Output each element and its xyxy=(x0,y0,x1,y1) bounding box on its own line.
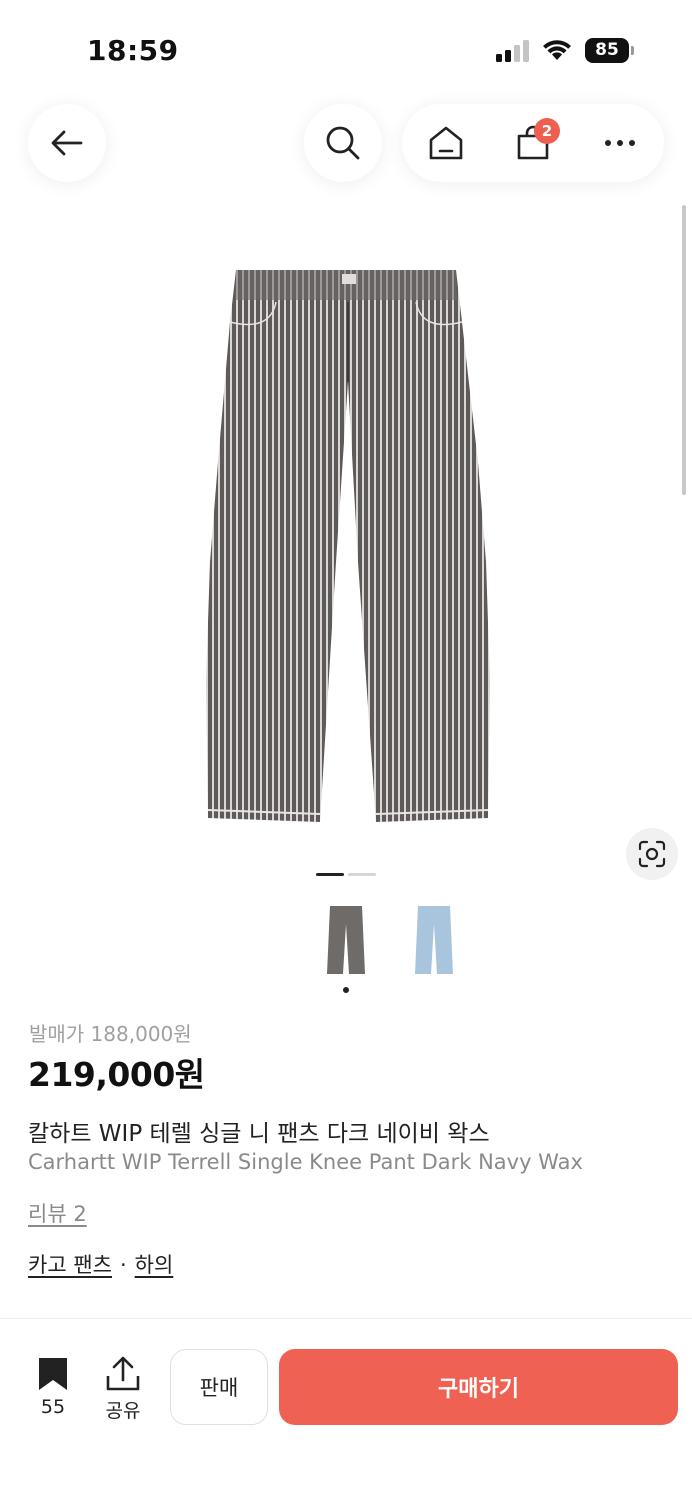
image-search-button[interactable] xyxy=(626,828,678,880)
category-breadcrumb: 카고 팬츠 · 하의 xyxy=(28,1249,173,1279)
status-time: 18:59 xyxy=(87,34,179,67)
arrow-left-icon xyxy=(51,130,83,156)
product-image[interactable] xyxy=(200,262,496,828)
category-link-bottoms[interactable]: 하의 xyxy=(135,1253,174,1277)
more-horizontal-icon xyxy=(605,140,636,146)
more-button[interactable] xyxy=(595,118,645,168)
bookmark-icon xyxy=(39,1358,67,1390)
nav-actions-group: 2 xyxy=(402,104,664,182)
battery-indicator: 85 xyxy=(585,38,635,63)
share-icon xyxy=(106,1356,140,1391)
carousel-indicator-active xyxy=(316,873,344,876)
buy-button[interactable]: 구매하기 xyxy=(279,1349,678,1425)
cellular-signal-icon xyxy=(496,40,529,62)
color-variant-thumbnail[interactable] xyxy=(326,904,366,976)
share-label: 공유 xyxy=(105,1400,141,1422)
product-price: 219,000원 xyxy=(28,1055,205,1094)
scrollbar[interactable] xyxy=(682,205,686,495)
product-name-korean: 칼하트 WIP 테렐 싱글 니 팬츠 다크 네이비 왁스 xyxy=(28,1121,490,1147)
search-icon xyxy=(326,126,360,160)
sell-button[interactable]: 판매 xyxy=(170,1349,268,1425)
back-button[interactable] xyxy=(28,104,106,182)
category-link-cargo-pants[interactable]: 카고 팬츠 xyxy=(28,1253,112,1277)
bookmark-count: 55 xyxy=(40,1396,66,1418)
carousel-indicator xyxy=(348,873,376,876)
bookmark-button[interactable]: 55 xyxy=(28,1356,78,1424)
battery-level: 85 xyxy=(585,38,629,63)
status-bar: 18:59 85 xyxy=(0,0,692,90)
share-button[interactable]: 공유 xyxy=(98,1356,148,1424)
search-button[interactable] xyxy=(304,104,382,182)
lens-scan-icon xyxy=(638,840,666,868)
cart-count-badge: 2 xyxy=(533,118,560,144)
release-price: 발매가 188,000원 xyxy=(29,1022,192,1046)
cart-button[interactable]: 2 xyxy=(508,118,560,168)
color-variant-thumbnail[interactable] xyxy=(414,904,454,976)
product-name-english: Carhartt WIP Terrell Single Knee Pant Da… xyxy=(28,1150,583,1174)
selected-variant-dot xyxy=(343,987,349,993)
home-icon xyxy=(429,126,462,160)
wifi-icon xyxy=(543,40,571,60)
category-separator: · xyxy=(119,1253,127,1277)
home-button[interactable] xyxy=(421,118,471,168)
review-link[interactable]: 리뷰 2 xyxy=(28,1198,87,1228)
battery-tip xyxy=(631,46,634,55)
